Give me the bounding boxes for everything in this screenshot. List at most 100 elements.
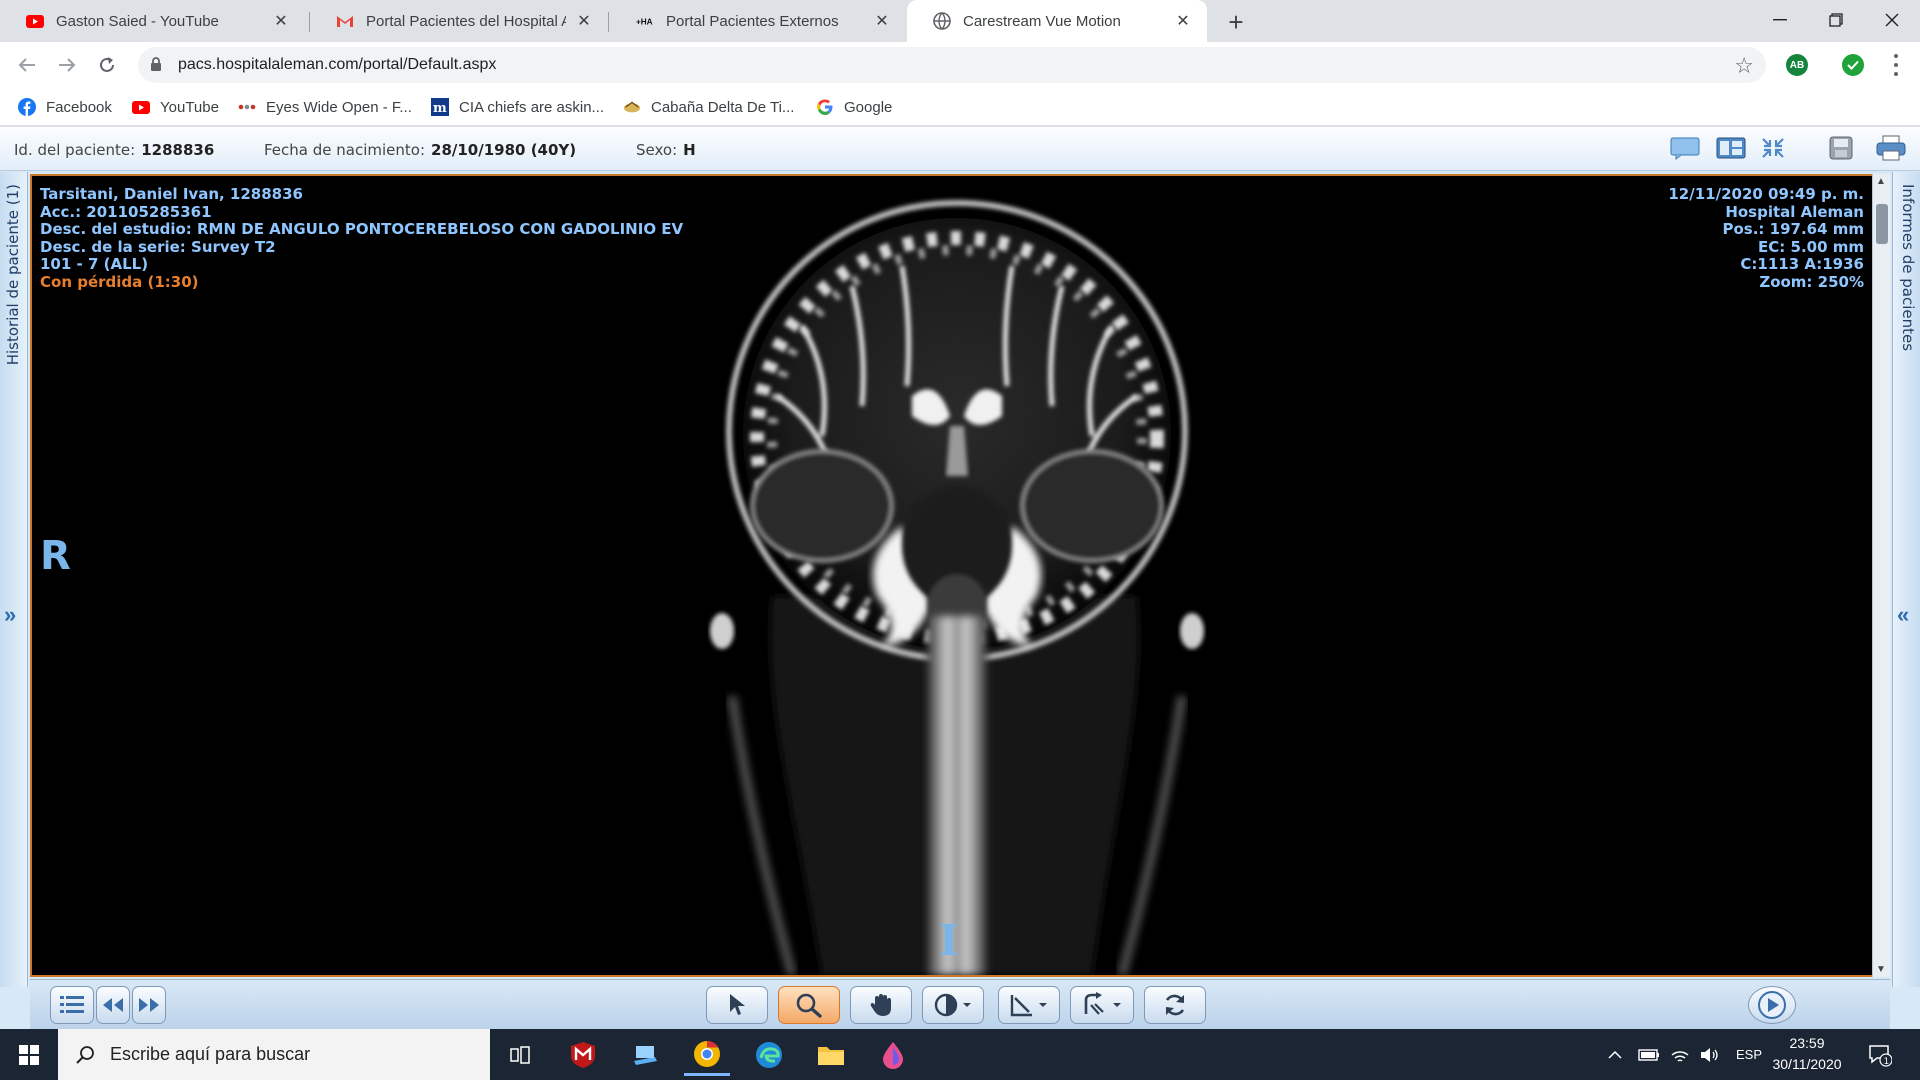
taskbar-clock[interactable]: 23:59 30/11/2020 xyxy=(1762,1033,1852,1075)
adblock-extension-icon[interactable]: AB xyxy=(1786,54,1808,76)
m-icon: m xyxy=(431,98,449,116)
show-hidden-icons[interactable] xyxy=(1608,1029,1622,1080)
taskbar-search[interactable]: Escribe aquí para buscar xyxy=(58,1029,490,1080)
comment-icon[interactable] xyxy=(1668,133,1702,163)
overlay-series-desc: Desc. de la serie: Survey T2 xyxy=(40,237,276,256)
tab-carestream-vue-motion[interactable]: Carestream Vue Motion ✕ xyxy=(907,0,1207,42)
lock-icon xyxy=(150,57,162,77)
previous-series-button[interactable] xyxy=(96,986,130,1024)
collapse-view-icon[interactable] xyxy=(1756,133,1790,163)
scrollbar-thumb[interactable] xyxy=(1876,204,1888,244)
search-placeholder: Escribe aquí para buscar xyxy=(110,1044,311,1064)
tablet-app-icon[interactable] xyxy=(622,1034,668,1076)
edge-icon[interactable] xyxy=(746,1034,792,1076)
minimize-icon[interactable] xyxy=(1752,0,1808,40)
bookmark-eyes-wide-open[interactable]: Eyes Wide Open - F... xyxy=(238,95,412,119)
bookmark-label: YouTube xyxy=(160,98,219,116)
patient-dob-value: 28/10/1980 (40Y) xyxy=(431,141,577,159)
patient-info-bar: Id. del paciente: 1288836 Fecha de nacimi… xyxy=(0,127,1920,171)
bookmark-youtube[interactable]: YouTube xyxy=(132,95,219,119)
windows-logo-icon xyxy=(19,1045,39,1065)
bookmark-label: Cabaña Delta De Ti... xyxy=(651,98,795,116)
file-explorer-icon[interactable] xyxy=(808,1034,854,1076)
tab-youtube[interactable]: Gaston Saied - YouTube ✕ xyxy=(0,0,305,42)
overlay-institution: Hospital Aleman xyxy=(1725,202,1864,221)
layout-icon[interactable] xyxy=(1714,133,1748,163)
overlay-study-desc: Desc. del estudio: RMN DE ANGULO PONTOCE… xyxy=(40,220,684,238)
mcafee-icon[interactable] xyxy=(560,1034,606,1076)
patient-reports-panel-toggle[interactable]: Informes de pacientes « xyxy=(1892,172,1920,987)
bookmark-google[interactable]: Google xyxy=(816,95,892,119)
clock-date: 30/11/2020 xyxy=(1772,1056,1842,1072)
contrast-icon xyxy=(934,993,971,1017)
tab-portal-pacientes-externos[interactable]: +HA Portal Pacientes Externos ✕ xyxy=(610,0,906,42)
rotate-flip-icon xyxy=(1084,992,1121,1015)
bookmark-label: Eyes Wide Open - F... xyxy=(266,98,412,116)
close-icon[interactable]: ✕ xyxy=(872,11,892,31)
viewer-scrollbar[interactable]: ▲ ▼ xyxy=(1872,174,1890,977)
url-bar[interactable]: pacs.hospitalaleman.com/portal/Default.a… xyxy=(138,47,1766,83)
wifi-icon[interactable] xyxy=(1670,1029,1690,1080)
volume-icon[interactable] xyxy=(1700,1029,1720,1080)
expand-left-icon[interactable]: « xyxy=(1897,602,1909,628)
youtube-icon xyxy=(132,98,150,116)
bookmark-facebook[interactable]: Facebook xyxy=(18,95,112,119)
scroll-down-icon[interactable]: ▼ xyxy=(1876,964,1886,975)
clock-time: 23:59 xyxy=(1789,1035,1825,1051)
rewind-icon xyxy=(103,998,123,1012)
fast-forward-icon xyxy=(139,998,159,1012)
browser-menu-icon[interactable] xyxy=(1884,52,1908,78)
next-series-button[interactable] xyxy=(132,986,166,1024)
battery-icon[interactable] xyxy=(1638,1029,1660,1080)
select-tool-button[interactable] xyxy=(706,986,768,1024)
window-close-icon[interactable] xyxy=(1864,0,1920,40)
reset-button[interactable] xyxy=(1144,986,1206,1024)
language-indicator[interactable]: ESP xyxy=(1736,1029,1762,1080)
patient-history-label: Historial de paciente (1) xyxy=(4,184,22,366)
expand-right-icon[interactable]: » xyxy=(4,602,16,628)
gmail-icon xyxy=(336,12,354,30)
overlay-datetime: 12/11/2020 09:49 p. m. xyxy=(1668,185,1864,203)
image-viewport[interactable]: Tarsitani, Daniel Ivan, 1288836 Acc.: 20… xyxy=(30,174,1874,977)
search-icon xyxy=(76,1045,94,1064)
patient-id-label: Id. del paciente: xyxy=(14,141,136,159)
save-icon[interactable] xyxy=(1824,133,1858,163)
patient-history-panel-toggle[interactable]: Historial de paciente (1) » xyxy=(0,172,28,987)
address-bar: pacs.hospitalaleman.com/portal/Default.a… xyxy=(0,42,1920,88)
bookmark-label: Google xyxy=(844,98,893,116)
back-icon[interactable] xyxy=(12,50,42,80)
patient-sex: Sexo: H xyxy=(636,141,696,159)
paint-drop-icon[interactable] xyxy=(870,1034,916,1076)
refresh-icon xyxy=(1165,994,1185,1016)
task-view-icon[interactable] xyxy=(498,1034,544,1076)
notifications-icon[interactable]: 1 xyxy=(1868,1029,1892,1080)
url-text: pacs.hospitalaleman.com/portal/Default.a… xyxy=(178,56,497,73)
bookmark-cabana-delta[interactable]: Cabaña Delta De Ti... xyxy=(623,95,794,119)
zoom-tool-button[interactable] xyxy=(778,986,840,1024)
close-icon[interactable]: ✕ xyxy=(271,11,291,31)
close-icon[interactable]: ✕ xyxy=(574,11,594,31)
measure-tool-button[interactable] xyxy=(998,986,1060,1024)
chrome-taskbar-icon[interactable] xyxy=(684,1034,730,1076)
adblock-label: AB xyxy=(1789,59,1805,71)
tab-portal-pacientes-hospital[interactable]: Portal Pacientes del Hospital Alem ✕ xyxy=(310,0,608,42)
reload-icon[interactable] xyxy=(92,50,122,80)
close-icon[interactable]: ✕ xyxy=(1173,11,1193,31)
pan-tool-button[interactable] xyxy=(850,986,912,1024)
start-button[interactable] xyxy=(6,1034,52,1076)
cine-play-button[interactable] xyxy=(1748,986,1796,1024)
bookmark-cia-chiefs[interactable]: m CIA chiefs are askin... xyxy=(431,95,604,119)
scroll-up-icon[interactable]: ▲ xyxy=(1876,176,1886,187)
restore-icon[interactable] xyxy=(1808,0,1864,40)
overlay-top-left: Tarsitani, Daniel Ivan, 1288836 Acc.: 20… xyxy=(40,185,684,291)
new-tab-button[interactable]: + xyxy=(1222,7,1250,37)
shield-check-extension-icon[interactable] xyxy=(1842,54,1864,76)
window-level-tool-button[interactable] xyxy=(922,986,984,1024)
series-list-button[interactable] xyxy=(50,986,94,1024)
print-icon[interactable] xyxy=(1874,133,1908,163)
bookmark-star-icon[interactable]: ☆ xyxy=(1734,53,1754,79)
forward-icon[interactable] xyxy=(52,50,82,80)
rotate-tool-button[interactable] xyxy=(1070,986,1134,1024)
overlay-position: Pos.: 197.64 mm xyxy=(1722,220,1864,238)
tab-title: Carestream Vue Motion xyxy=(963,12,1121,30)
